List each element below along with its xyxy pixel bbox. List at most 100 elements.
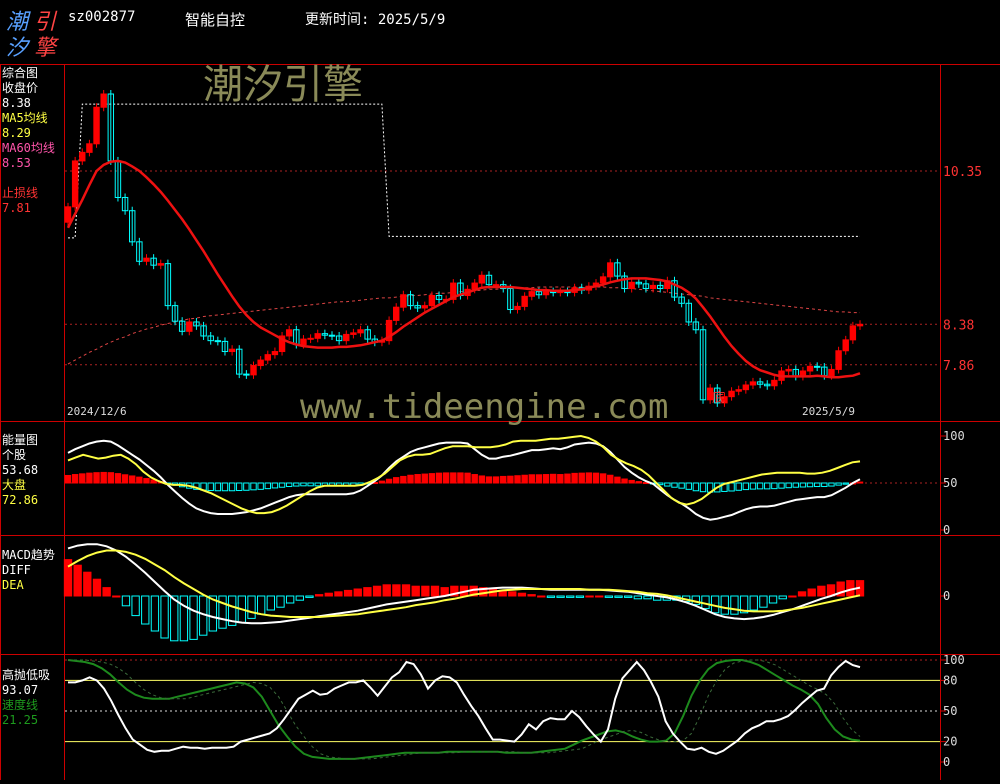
gpdx-speed-label: 速度线 [2, 698, 39, 712]
energy-bar [492, 476, 500, 484]
macd-bar [295, 595, 304, 601]
energy-bar [778, 482, 785, 489]
energy-bar [799, 482, 807, 488]
candle [357, 329, 364, 334]
y-tick-label: 50 [943, 704, 957, 718]
energy-bar [785, 482, 792, 489]
macd-bar [131, 595, 140, 617]
energy-bar [86, 472, 93, 484]
macd-bar [604, 595, 614, 598]
energy-bar [214, 482, 222, 492]
energy-bar [278, 482, 286, 488]
candle [771, 379, 778, 387]
energy-bar [507, 475, 514, 484]
macd-bar [633, 595, 643, 600]
candle [86, 143, 93, 153]
speed-shadow-line [68, 659, 861, 760]
energy-bar [621, 478, 628, 484]
macd-bar [266, 595, 275, 611]
y-tick-label: 20 [943, 735, 957, 749]
macd-bar [73, 564, 82, 597]
energy-legend: 能量图 个股 53.68 大盘 72.86 [2, 433, 38, 508]
energy-bar [243, 482, 250, 491]
candle [514, 305, 521, 311]
energy-bar [806, 482, 814, 488]
candle [421, 305, 428, 309]
macd-bar [556, 595, 565, 598]
energy-bar [93, 472, 100, 484]
macd-bar [595, 595, 604, 598]
candle [849, 325, 857, 341]
candle [257, 359, 264, 367]
macd-bar [141, 595, 150, 625]
macd-bar [421, 585, 430, 597]
y-tick-label: 80 [943, 673, 957, 687]
energy-bar [250, 482, 257, 491]
macd-bar [372, 585, 382, 597]
energy-bar [271, 482, 279, 489]
energy-bar [664, 482, 671, 487]
macd-diff-label: DIFF [2, 563, 31, 577]
candle [271, 351, 279, 356]
energy-bar [478, 475, 486, 484]
energy-bar [671, 482, 678, 488]
energy-bar [535, 474, 543, 484]
candle [428, 295, 436, 307]
macd-bar [112, 595, 121, 598]
macd-bar [160, 595, 169, 639]
energy-bar [79, 473, 86, 484]
candle [749, 381, 757, 386]
candle [649, 284, 657, 290]
energy-bar [792, 482, 799, 488]
energy-bar [728, 482, 735, 492]
macd-bar [788, 595, 797, 598]
candle [71, 160, 79, 208]
price-tick-label: 10.35 [943, 165, 982, 180]
energy-bar [756, 482, 764, 490]
energy-bar [485, 476, 493, 484]
energy-bar [407, 474, 414, 484]
macd-bar [730, 595, 739, 615]
energy-bar [856, 481, 864, 484]
macd-bar [749, 595, 758, 611]
macd-bar [778, 595, 787, 600]
stock-chart-svg: 10.35 8.38 7.86 100 50 0 0 100 80 50 20 0 潮汐引擎 w… [0, 62, 1000, 780]
macd-bar [170, 595, 179, 642]
macd-bar [614, 595, 623, 598]
macd-diff-line [67, 543, 861, 625]
energy-bar [521, 474, 528, 484]
gpdx-value: 93.07 [2, 683, 39, 697]
macd-bar [150, 595, 160, 632]
candle [492, 284, 500, 287]
chart-area: 10.35 8.38 7.86 100 50 0 0 100 80 50 20 0 潮汐引擎 w… [0, 0, 1000, 780]
macd-bar [102, 587, 111, 597]
candle [307, 337, 314, 340]
macd-bar [334, 591, 343, 597]
macd-bar [257, 595, 266, 615]
energy-bar [300, 482, 307, 487]
macd-bar [643, 595, 652, 600]
candle [400, 294, 407, 308]
candle [214, 340, 222, 343]
energy-bar [428, 473, 436, 484]
candle [328, 334, 336, 337]
y-tick-label: 0 [943, 755, 950, 769]
watermark-url: www.tideengine.com [300, 387, 668, 427]
macd-bar [624, 595, 633, 598]
energy-bar [828, 482, 835, 487]
candle [607, 262, 614, 278]
energy-bar [500, 475, 507, 484]
energy-bar [414, 474, 421, 484]
energy-bar [528, 474, 535, 484]
energy-bar [257, 482, 264, 490]
energy-bar [107, 472, 115, 484]
energy-market-value: 72.86 [2, 493, 39, 507]
macd-bar [189, 595, 198, 640]
macd-bar [363, 587, 372, 597]
candle [143, 257, 150, 262]
energy-bar [471, 474, 478, 484]
energy-bar [207, 482, 214, 492]
candle [393, 306, 400, 321]
candle [828, 368, 835, 377]
energy-bar [542, 474, 550, 484]
